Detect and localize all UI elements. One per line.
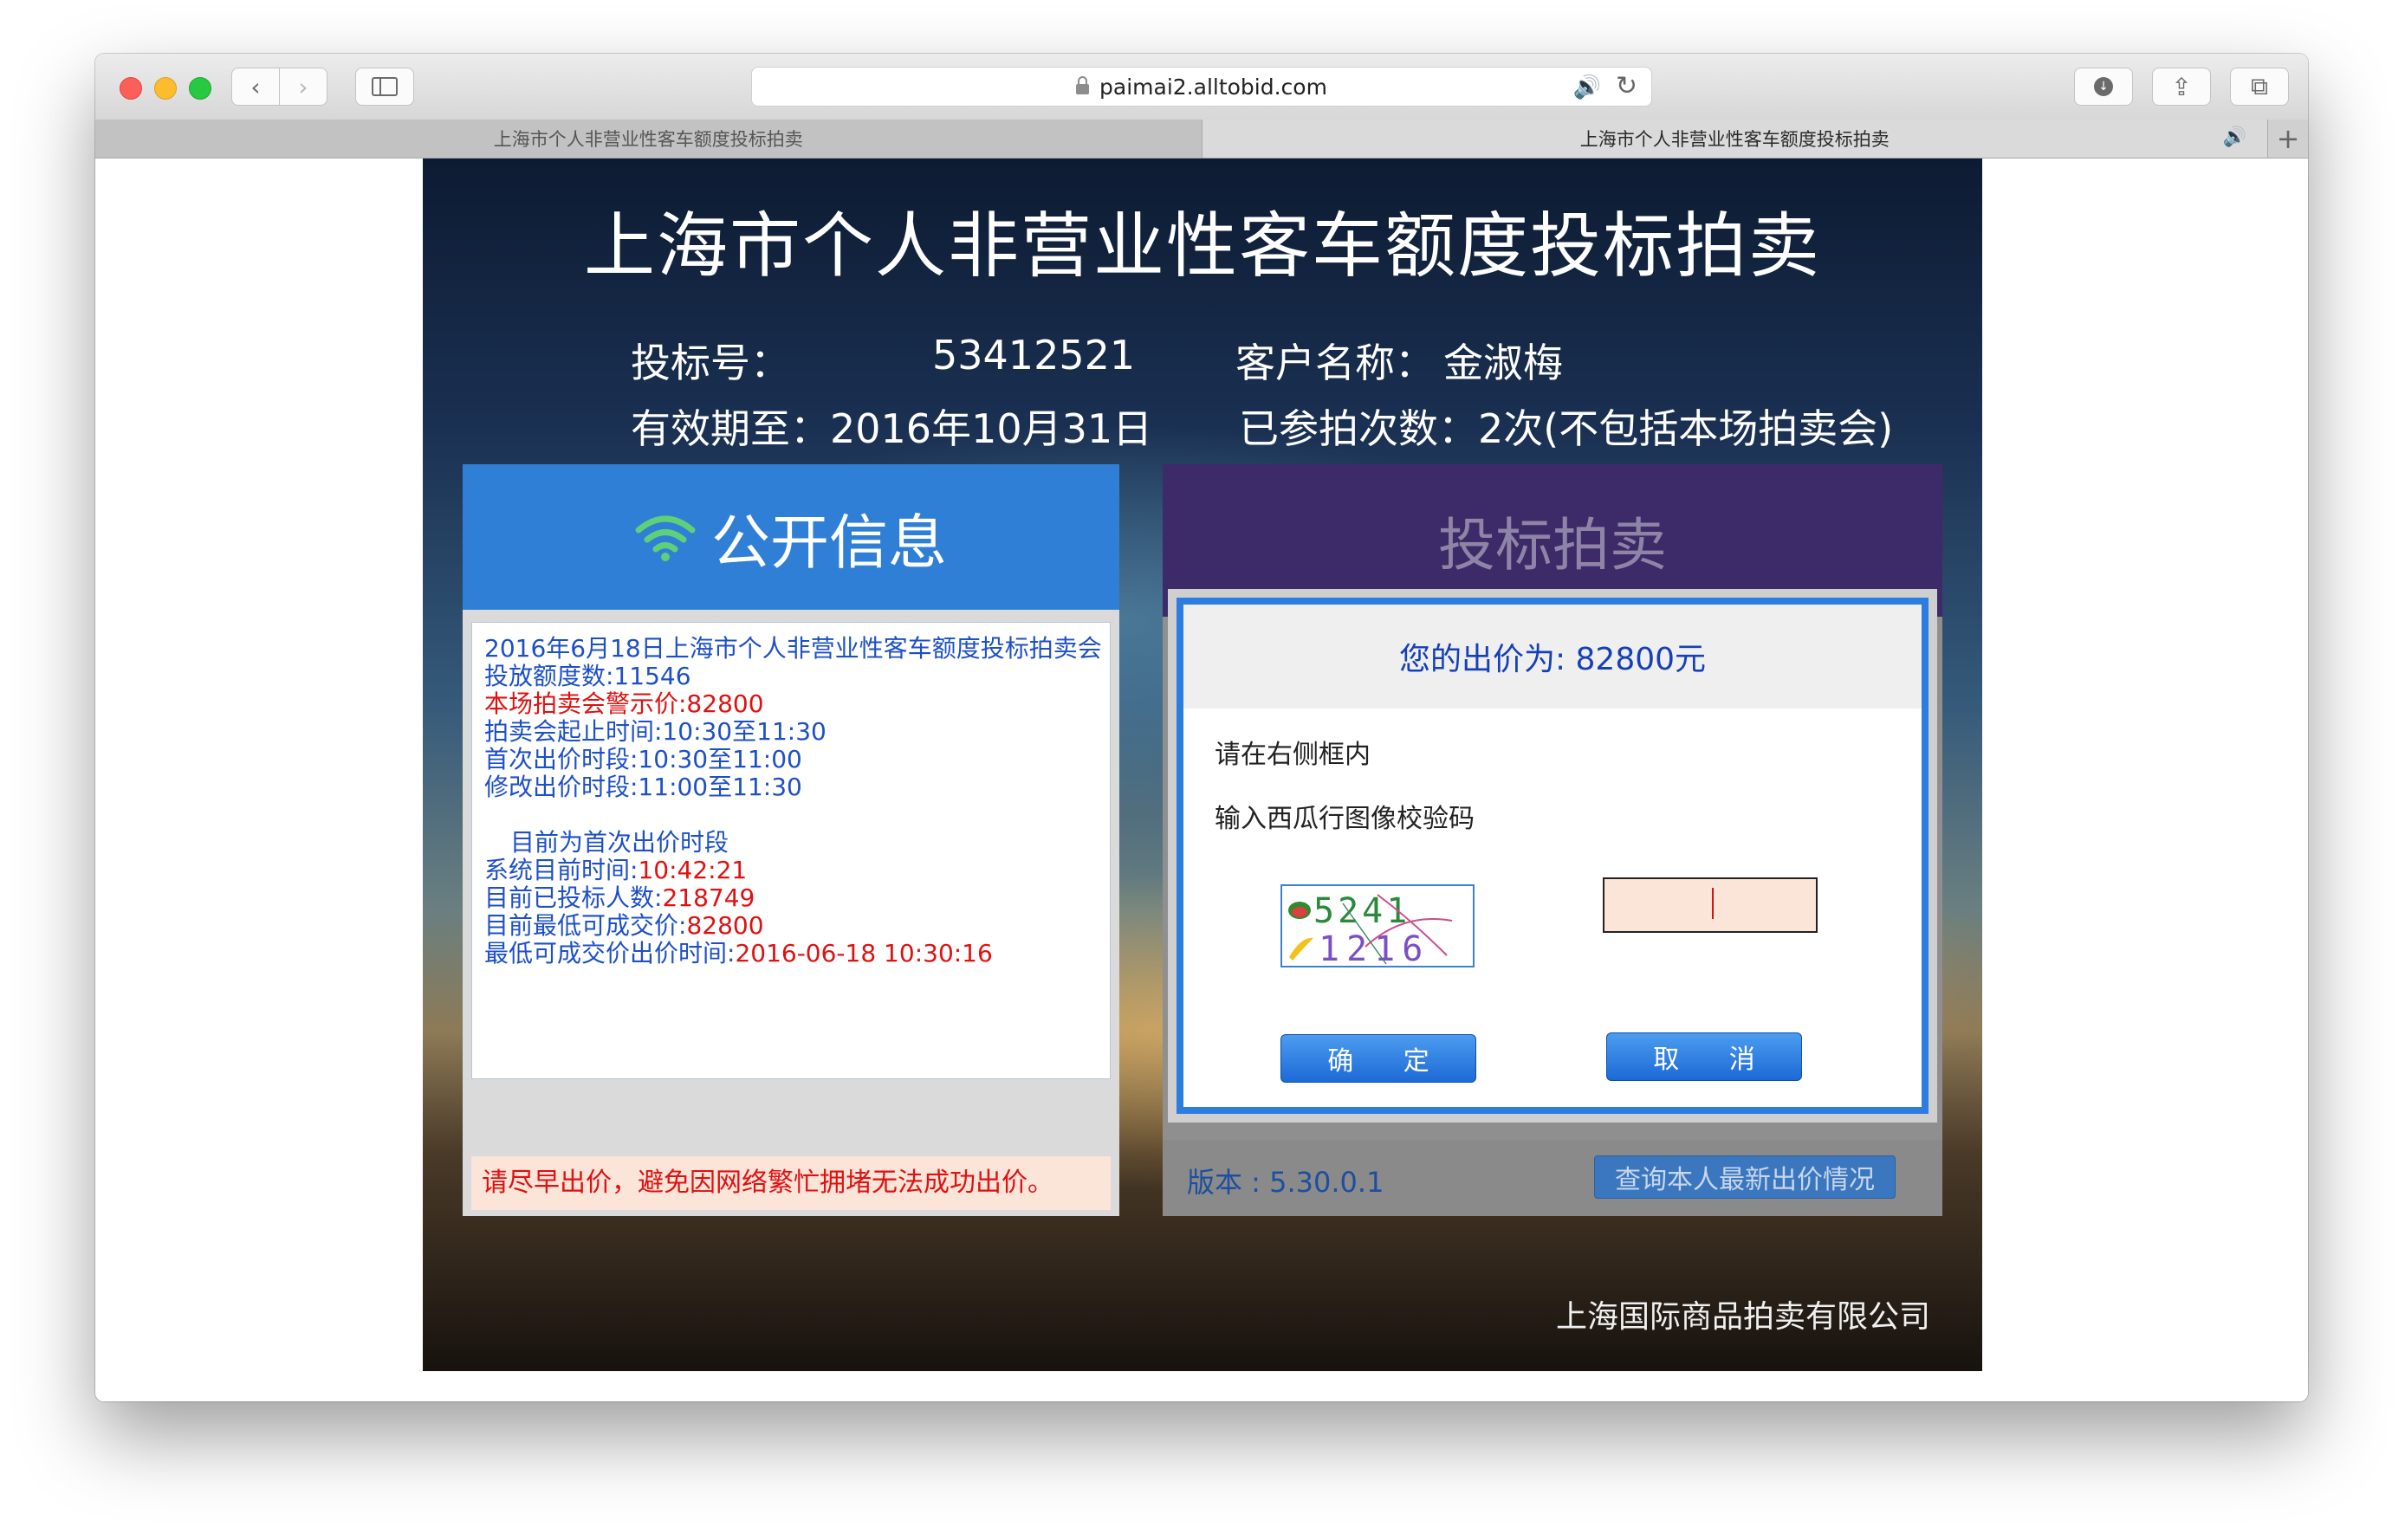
public-info-panel: 公开信息 2016年6月18日上海市个人非营业性客车额度投标拍卖会 投放额度数:… bbox=[463, 464, 1119, 1216]
customer-name-value: 金淑梅 bbox=[1443, 340, 1563, 386]
captcha-graphic: 5241 1216 bbox=[1288, 891, 1453, 967]
bidders-label: 目前已投标人数: bbox=[484, 883, 663, 912]
participation-count: 已参拍次数：2次(不包括本场拍卖会) bbox=[1239, 405, 1894, 452]
bidding-footer: 版本 : 5.30.0.1 查询本人最新出价情况 bbox=[1163, 1140, 1942, 1216]
speaker-icon[interactable]: 🔊 bbox=[1573, 74, 1601, 100]
tabs-overview-icon: ⧉ bbox=[2251, 72, 2268, 100]
new-tab-button[interactable]: + bbox=[2267, 120, 2308, 158]
captcha-input[interactable] bbox=[1603, 877, 1818, 933]
captcha-prompt-line2: 输入西瓜行图像校验码 bbox=[1215, 804, 1475, 834]
warning-price-line: 本场拍卖会警示价:82800 bbox=[484, 689, 764, 718]
address-bar[interactable]: paimai2.alltobid.com 🔊 ↻ bbox=[751, 67, 1652, 107]
zoom-window-button[interactable] bbox=[189, 77, 211, 100]
customer-name-label: 客户名称： bbox=[1235, 340, 1435, 386]
captcha-text-row1: 5241 bbox=[1313, 891, 1410, 931]
captcha-prompt-line1: 请在右侧框内 bbox=[1215, 740, 1371, 770]
download-icon: ↓ bbox=[2094, 77, 2113, 96]
minimize-window-button[interactable] bbox=[154, 77, 177, 100]
forward-button[interactable]: › bbox=[279, 68, 327, 106]
quota-line: 投放额度数:11546 bbox=[484, 662, 691, 690]
browser-toolbar: ‹ › paimai2.alltobid.com 🔊 ↻ ↓ ⇪ ⧉ bbox=[95, 54, 2308, 120]
lowest-price-line: 目前最低可成交价:82800 bbox=[484, 912, 1110, 940]
confirm-button[interactable]: 确 定 bbox=[1280, 1034, 1476, 1083]
watermelon-icon bbox=[1288, 902, 1311, 919]
text-cursor bbox=[1712, 888, 1714, 919]
captcha-dialog: 您的出价为: 82800元 请在右侧框内 输入西瓜行图像校验码 5241 121… bbox=[1177, 598, 1929, 1114]
bidders-line: 目前已投标人数:218749 bbox=[484, 884, 1110, 912]
public-info-title: 公开信息 bbox=[710, 508, 947, 578]
banana-icon bbox=[1289, 937, 1313, 961]
tab-bar: 上海市个人非营业性客车额度投标拍卖 上海市个人非营业性客车额度投标拍卖 🔊 + bbox=[95, 120, 2308, 159]
browser-window: ‹ › paimai2.alltobid.com 🔊 ↻ ↓ ⇪ ⧉ 上海市个人… bbox=[95, 54, 2308, 1401]
phase-line: 目前为首次出价时段 bbox=[510, 828, 729, 857]
tab-label: 上海市个人非营业性客车额度投标拍卖 bbox=[1579, 129, 1890, 150]
captcha-text-row2: 1216 bbox=[1319, 929, 1429, 967]
back-button[interactable]: ‹ bbox=[231, 68, 280, 106]
auction-time-line: 拍卖会起止时间:10:30至11:30 bbox=[484, 717, 827, 746]
lowest-time-label: 最低可成交价出价时间: bbox=[484, 939, 736, 967]
bidding-title: 投标拍卖 bbox=[1438, 512, 1667, 579]
tab-audio-icon[interactable]: 🔊 bbox=[2223, 126, 2246, 148]
tab-label: 上海市个人非营业性客车额度投标拍卖 bbox=[493, 129, 803, 150]
bid-price-display: 您的出价为: 82800元 bbox=[1183, 605, 1922, 709]
url-text: paimai2.alltobid.com bbox=[1099, 74, 1327, 100]
downloads-button[interactable]: ↓ bbox=[2074, 68, 2133, 106]
captcha-dialog-frame: 您的出价为: 82800元 请在右侧框内 输入西瓜行图像校验码 5241 121… bbox=[1168, 589, 1937, 1123]
chevron-left-icon: ‹ bbox=[250, 72, 261, 101]
close-window-button[interactable] bbox=[120, 77, 142, 100]
bid-number-label: 投标号： bbox=[631, 340, 790, 386]
page-viewport: 上海市个人非营业性客车额度投标拍卖 投标号： 53412521 客户名称： 金淑… bbox=[95, 159, 2308, 1401]
lowest-time-line: 最低可成交价出价时间:2016-06-18 10:30:16 bbox=[484, 940, 1110, 967]
chevron-right-icon: › bbox=[298, 72, 308, 101]
tab-auction-2[interactable]: 上海市个人非营业性客车额度投标拍卖 🔊 bbox=[1202, 120, 2268, 158]
auction-page: 上海市个人非营业性客车额度投标拍卖 投标号： 53412521 客户名称： 金淑… bbox=[423, 159, 1982, 1371]
system-time-label: 系统目前时间: bbox=[484, 856, 639, 884]
sidebar-toggle-button[interactable] bbox=[355, 68, 414, 106]
network-warning: 请尽早出价，避免因网络繁忙拥堵无法成功出价。 bbox=[471, 1156, 1111, 1210]
public-info-header: 公开信息 bbox=[463, 464, 1119, 610]
public-info-content: 2016年6月18日上海市个人非营业性客车额度投标拍卖会 投放额度数:11546… bbox=[471, 622, 1111, 1079]
version-label: 版本 : 5.30.0.1 bbox=[1187, 1166, 1384, 1199]
cancel-button[interactable]: 取 消 bbox=[1606, 1032, 1802, 1081]
first-bid-period-line: 首次出价时段:10:30至11:00 bbox=[484, 745, 802, 773]
system-time-line: 系统目前时间:10:42:21 bbox=[484, 857, 1110, 884]
bidders-value: 218749 bbox=[662, 883, 755, 912]
query-latest-bid-button[interactable]: 查询本人最新出价情况 bbox=[1594, 1155, 1896, 1199]
bid-number-value: 53412521 bbox=[932, 332, 1136, 379]
captcha-image: 5241 1216 bbox=[1280, 884, 1475, 967]
modify-bid-period-line: 修改出价时段:11:00至11:30 bbox=[484, 773, 802, 801]
tab-auction-1[interactable]: 上海市个人非营业性客车额度投标拍卖 bbox=[95, 120, 1202, 158]
wifi-icon bbox=[635, 515, 696, 561]
share-icon: ⇪ bbox=[2171, 72, 2192, 101]
lowest-price-value: 82800 bbox=[686, 911, 764, 940]
share-button[interactable]: ⇪ bbox=[2152, 68, 2211, 106]
valid-until: 有效期至：2016年10月31日 bbox=[631, 405, 1153, 452]
system-time-value: 10:42:21 bbox=[638, 856, 748, 884]
company-name: 上海国际商品拍卖有限公司 bbox=[1555, 1299, 1930, 1335]
sidebar-icon bbox=[372, 77, 398, 96]
page-title: 上海市个人非营业性客车额度投标拍卖 bbox=[583, 205, 1821, 288]
lowest-price-label: 目前最低可成交价: bbox=[484, 911, 687, 940]
bidding-panel: 投标拍卖 您的出价为: 82800元 请在右侧框内 输入西瓜行图像校验码 524… bbox=[1163, 464, 1942, 1216]
auction-name-line: 2016年6月18日上海市个人非营业性客车额度投标拍卖会 bbox=[484, 634, 1102, 663]
tab-overview-button[interactable]: ⧉ bbox=[2230, 68, 2289, 106]
lowest-time-value: 2016-06-18 10:30:16 bbox=[735, 939, 993, 967]
reload-icon[interactable]: ↻ bbox=[1616, 71, 1637, 101]
lock-icon bbox=[1076, 76, 1090, 94]
